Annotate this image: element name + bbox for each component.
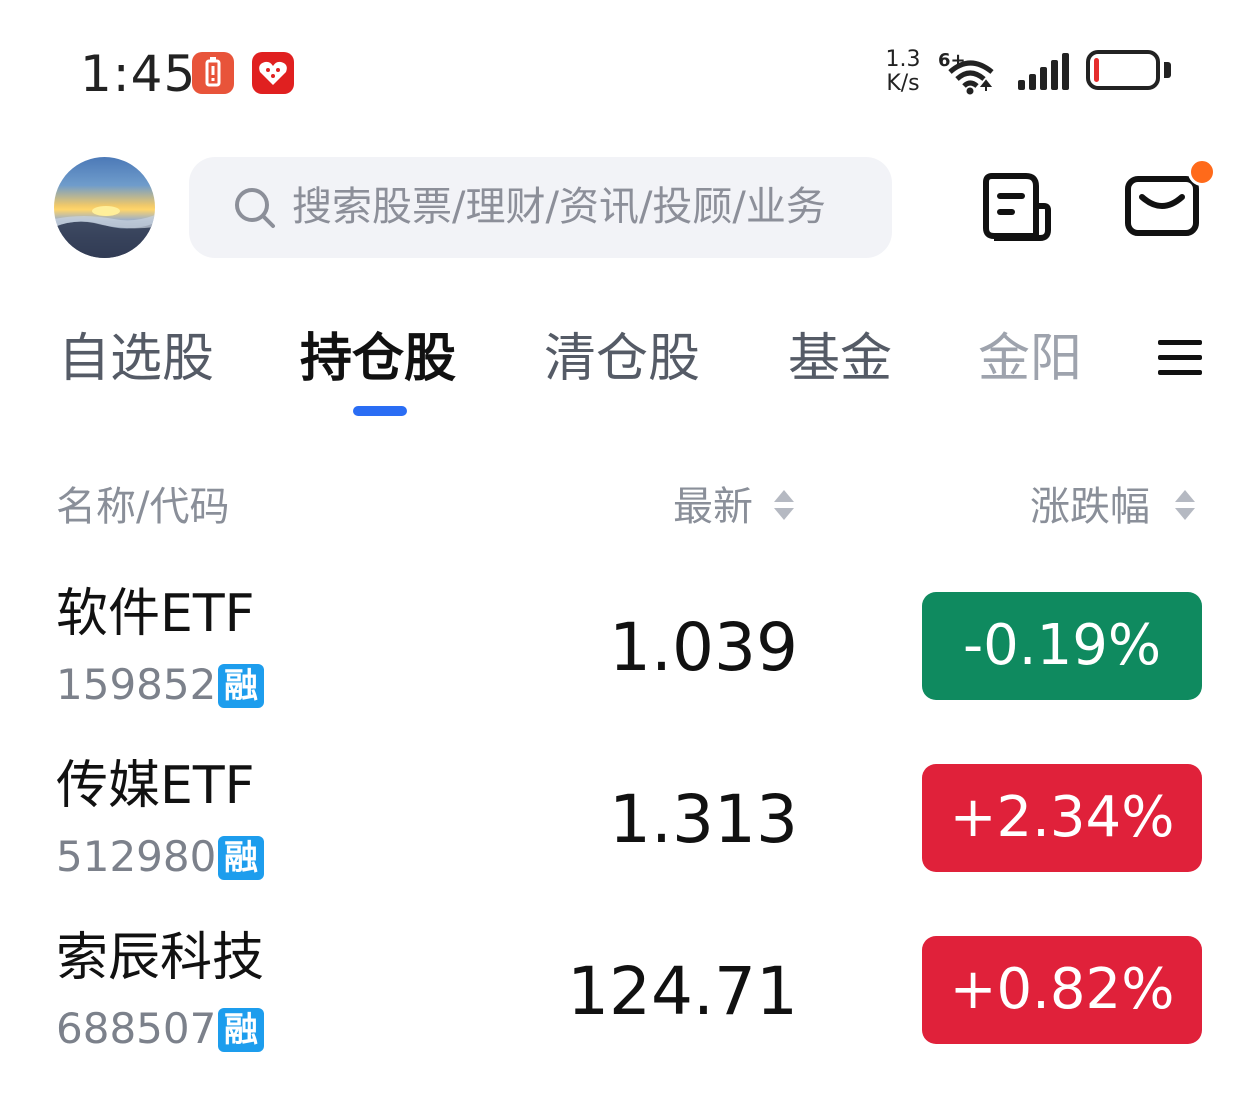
sort-change-icon[interactable] [1175, 490, 1195, 524]
stock-name: 索辰科技 [56, 928, 265, 988]
column-change-pct[interactable]: 涨跌幅 [1030, 482, 1150, 532]
change-badge: -0.19% [922, 592, 1202, 700]
stock-price: 124.71 [567, 953, 798, 1030]
tab-holdings[interactable]: 持仓股 [300, 328, 456, 390]
battery-icon [1086, 50, 1160, 90]
battery-level-fill [1094, 58, 1099, 82]
stock-name: 软件ETF [56, 584, 255, 644]
column-name-code: 名称/代码 [56, 484, 230, 530]
active-tab-indicator [353, 406, 407, 416]
tab-cleared[interactable]: 清仓股 [544, 328, 700, 390]
menu-icon[interactable] [1156, 338, 1204, 382]
search-icon [233, 186, 277, 234]
stock-name: 传媒ETF [56, 756, 255, 816]
stock-price: 1.039 [609, 609, 798, 686]
network-speed: 1.3 K/s [880, 48, 926, 96]
status-time: 1:45 [80, 45, 197, 103]
mail-icon[interactable] [1124, 175, 1200, 241]
battery-alert-app-icon [192, 52, 234, 94]
column-latest[interactable]: 最新 [673, 482, 753, 532]
tab-jinyang[interactable]: 金阳 [978, 328, 1082, 390]
stock-price: 1.313 [609, 781, 798, 858]
change-badge: +0.82% [922, 936, 1202, 1044]
notes-icon[interactable] [980, 170, 1054, 248]
shopping-app-icon [252, 52, 294, 94]
tab-funds[interactable]: 基金 [788, 328, 892, 390]
cellular-signal-icon [1018, 52, 1072, 96]
margin-trading-badge: 融 [218, 1008, 264, 1052]
table-row[interactable]: 索辰科技 688507 融 124.71 +0.82% [0, 916, 1256, 1076]
margin-trading-badge: 融 [218, 664, 264, 708]
stock-code: 512980 [56, 832, 217, 881]
user-avatar[interactable] [54, 157, 155, 258]
table-row[interactable]: 软件ETF 159852 融 1.039 -0.19% [0, 572, 1256, 732]
table-row[interactable]: 传媒ETF 512980 融 1.313 +2.34% [0, 744, 1256, 904]
stock-code: 688507 [56, 1004, 217, 1053]
stock-code: 159852 [56, 660, 217, 709]
network-speed-unit: K/s [886, 71, 920, 96]
wifi-icon: 6+ [938, 48, 1000, 100]
margin-trading-badge: 融 [218, 836, 264, 880]
sort-latest-icon[interactable] [774, 490, 794, 524]
tab-watchlist[interactable]: 自选股 [58, 328, 214, 390]
network-speed-value: 1.3 [885, 47, 921, 72]
search-placeholder: 搜索股票/理财/资讯/投顾/业务 [292, 184, 826, 230]
battery-tip [1164, 62, 1171, 78]
notification-dot [1188, 158, 1216, 186]
change-badge: +2.34% [922, 764, 1202, 872]
